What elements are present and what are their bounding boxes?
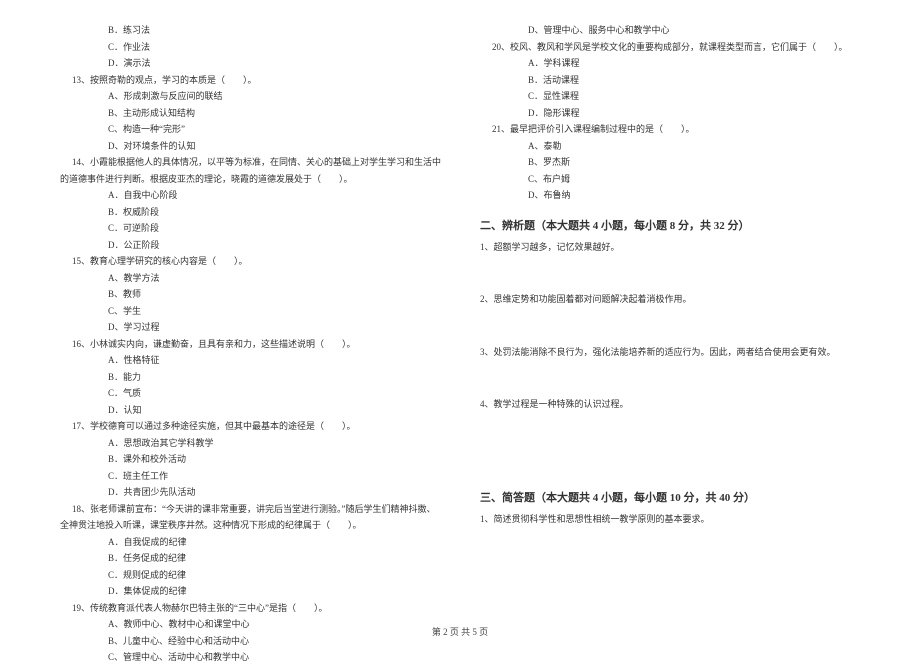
q18-opt-a: A．自我促成的纪律 (60, 536, 440, 550)
s2-q3: 3、处罚法能消除不良行为，强化法能培养新的适应行为。因此，两者结合使用会更有效。 (480, 346, 860, 360)
q19-opt-c: C、管理中心、活动中心和教学中心 (60, 651, 440, 665)
q12-opt-c: C．作业法 (60, 41, 440, 55)
page-container: B．练习法 C．作业法 D．演示法 13、按照奇勒的观点，学习的本质是（ ）。 … (60, 24, 860, 668)
q18-opt-d: D．集体促成的纪律 (60, 585, 440, 599)
spacer (480, 257, 860, 293)
q14-stem-a: 14、小霞能根据他人的具体情况，以平等为标准，在同情、关心的基础上对学生学习和生… (60, 156, 440, 170)
s2-q2: 2、思维定势和功能固着都对问题解决起着消极作用。 (480, 293, 860, 307)
q21-opt-a: A、泰勒 (480, 140, 860, 154)
q16-opt-d: D．认知 (60, 404, 440, 418)
q18-stem-b: 全神贯注地投入听课，课堂秩序井然。这种情况下形成的纪律属于（ ）。 (60, 519, 440, 533)
q17-opt-c: C．班主任工作 (60, 470, 440, 484)
q15-stem: 15、教育心理学研究的核心内容是（ ）。 (60, 255, 440, 269)
page-footer: 第 2 页 共 5 页 (0, 625, 920, 638)
q15-opt-b: B、教师 (60, 288, 440, 302)
q20-opt-c: C．显性课程 (480, 90, 860, 104)
q12-opt-d: D．演示法 (60, 57, 440, 71)
q14-opt-d: D．公正阶段 (60, 239, 440, 253)
q14-opt-b: B．权威阶段 (60, 206, 440, 220)
q20-opt-d: D．隐形课程 (480, 107, 860, 121)
q13-stem: 13、按照奇勒的观点，学习的本质是（ ）。 (60, 74, 440, 88)
q17-opt-a: A．思想政治其它学科教学 (60, 437, 440, 451)
left-column: B．练习法 C．作业法 D．演示法 13、按照奇勒的观点，学习的本质是（ ）。 … (60, 24, 440, 668)
q14-stem-b: 的道德事件进行判断。根据皮亚杰的理论，晓霞的道德发展处于（ ）。 (60, 173, 440, 187)
s2-q4: 4、教学过程是一种特殊的认识过程。 (480, 398, 860, 412)
q13-opt-c: C、构造一种“完形” (60, 123, 440, 137)
spacer (480, 415, 860, 451)
q17-opt-d: D．共青团少先队活动 (60, 486, 440, 500)
s3-q1: 1、简述贯彻科学性和思想性相统一教学原则的基本要求。 (480, 513, 860, 527)
q20-opt-b: B．活动课程 (480, 74, 860, 88)
q12-opt-b: B．练习法 (60, 24, 440, 38)
spacer (480, 451, 860, 475)
s2-q1: 1、超额学习越多，记忆效果越好。 (480, 241, 860, 255)
q16-opt-b: B．能力 (60, 371, 440, 385)
q13-opt-d: D、对环境条件的认知 (60, 140, 440, 154)
q19-stem: 19、传统教育派代表人物赫尔巴特主张的“三中心”是指（ ）。 (60, 602, 440, 616)
section-2-title: 二、辨析题（本大题共 4 小题，每小题 8 分，共 32 分） (480, 217, 860, 233)
q21-opt-c: C、布户姆 (480, 173, 860, 187)
q13-opt-b: B、主动形成认知结构 (60, 107, 440, 121)
q17-opt-b: B．课外和校外活动 (60, 453, 440, 467)
spacer (480, 362, 860, 398)
q13-opt-a: A、形成刺激与反应间的联结 (60, 90, 440, 104)
q21-opt-b: B、罗杰斯 (480, 156, 860, 170)
right-column: D、管理中心、服务中心和教学中心 20、校风、教风和学风是学校文化的重要构成部分… (480, 24, 860, 668)
q16-stem: 16、小林诚实内向，谦虚勤奋，且具有亲和力，这些描述说明（ ）。 (60, 338, 440, 352)
q16-opt-c: C．气质 (60, 387, 440, 401)
q18-stem-a: 18、张老师课前宣布：“今天讲的课非常重要，讲完后当堂进行测验。”随后学生们精神… (60, 503, 440, 517)
q17-stem: 17、学校德育可以通过多种途径实施，但其中最基本的途径是（ ）。 (60, 420, 440, 434)
q16-opt-a: A．性格特征 (60, 354, 440, 368)
q20-opt-a: A．学科课程 (480, 57, 860, 71)
section-3-title: 三、简答题（本大题共 4 小题，每小题 10 分，共 40 分） (480, 489, 860, 505)
q19-opt-d: D、管理中心、服务中心和教学中心 (480, 24, 860, 38)
q15-opt-c: C、学生 (60, 305, 440, 319)
q18-opt-b: B．任务促成的纪律 (60, 552, 440, 566)
q15-opt-a: A、教学方法 (60, 272, 440, 286)
q21-opt-d: D、布鲁纳 (480, 189, 860, 203)
q18-opt-c: C．规则促成的纪律 (60, 569, 440, 583)
q15-opt-d: D、学习过程 (60, 321, 440, 335)
q20-stem: 20、校风、教风和学风是学校文化的重要构成部分，就课程类型而言，它们属于（ ）。 (480, 41, 860, 55)
q14-opt-a: A．自我中心阶段 (60, 189, 440, 203)
spacer (480, 310, 860, 346)
q21-stem: 21、最早把评价引入课程编制过程中的是（ ）。 (480, 123, 860, 137)
q14-opt-c: C．可逆阶段 (60, 222, 440, 236)
